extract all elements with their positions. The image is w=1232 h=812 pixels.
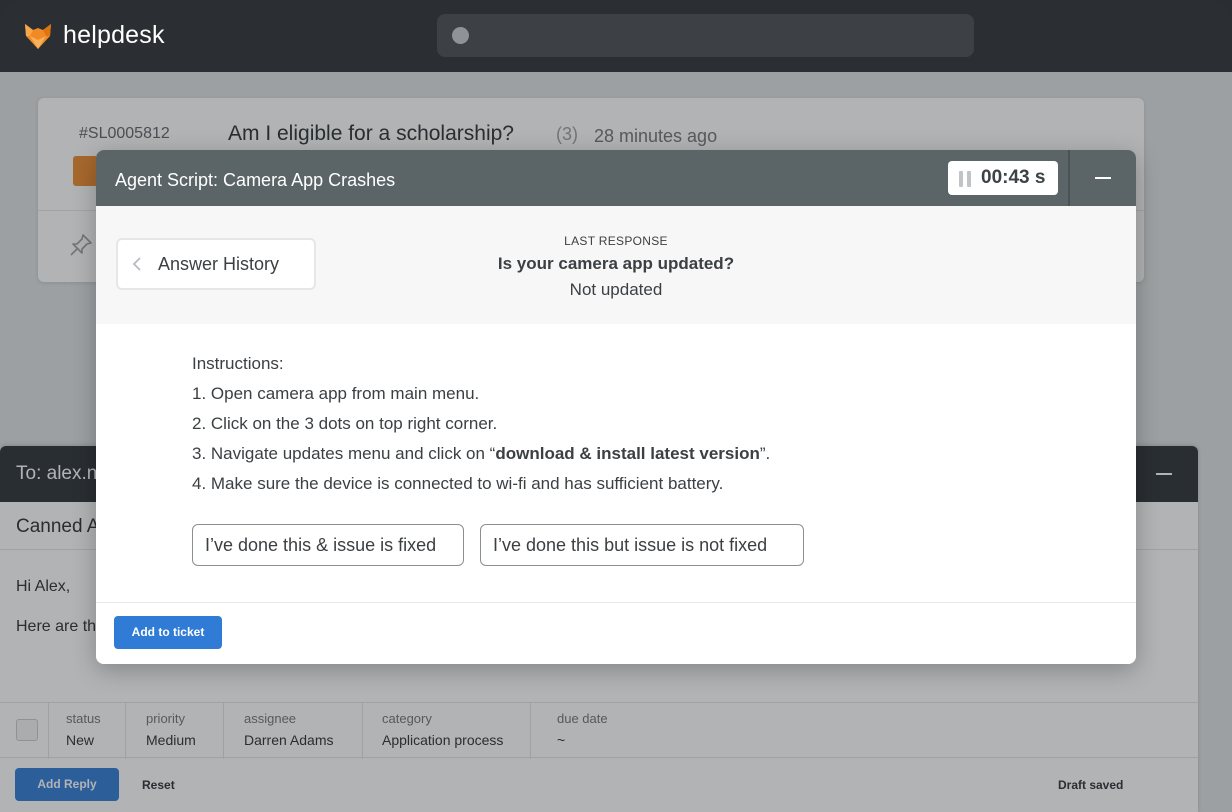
answer-history-label: Answer History (158, 254, 280, 274)
brand-name: helpdesk (63, 21, 165, 49)
issue-fixed-button[interactable]: I’ve done this & issue is fixed (192, 524, 464, 566)
add-to-ticket-button[interactable]: Add to ticket (114, 616, 222, 649)
last-response-section: LAST RESPONSE Is your camera app updated… (96, 206, 1136, 324)
top-bar: helpdesk (0, 0, 1232, 72)
instructions: Instructions: 1. Open camera app from ma… (192, 352, 770, 502)
issue-not-fixed-button[interactable]: I’ve done this but issue is not fixed (480, 524, 804, 566)
chevron-left-icon (132, 257, 141, 271)
minimize-icon[interactable] (1088, 166, 1120, 190)
answer-history-button[interactable]: Answer History (116, 238, 316, 290)
instruction-highlight: download & install latest version (495, 444, 760, 463)
fox-logo-icon[interactable] (24, 22, 52, 50)
modal-header: Agent Script: Camera App Crashes 00:43 s (96, 150, 1136, 206)
modal-footer: Add to ticket (96, 602, 1136, 664)
search-bar[interactable] (437, 14, 974, 57)
instruction-step-1: 1. Open camera app from main menu. (192, 384, 480, 403)
timer-value: 00:43 s (981, 167, 1046, 188)
instruction-step-2: 2. Click on the 3 dots on top right corn… (192, 414, 498, 433)
pause-icon[interactable] (959, 171, 972, 187)
search-dot-icon (452, 27, 469, 44)
modal-title: Agent Script: Camera App Crashes (115, 170, 396, 190)
call-timer[interactable]: 00:43 s (948, 161, 1058, 195)
instructions-heading: Instructions: (192, 354, 284, 373)
instruction-step-4: 4. Make sure the device is connected to … (192, 474, 724, 493)
instruction-step-3: 3. Navigate updates menu and click on “d… (192, 444, 771, 463)
header-divider (1068, 150, 1070, 206)
agent-script-modal: Agent Script: Camera App Crashes 00:43 s… (96, 150, 1136, 664)
